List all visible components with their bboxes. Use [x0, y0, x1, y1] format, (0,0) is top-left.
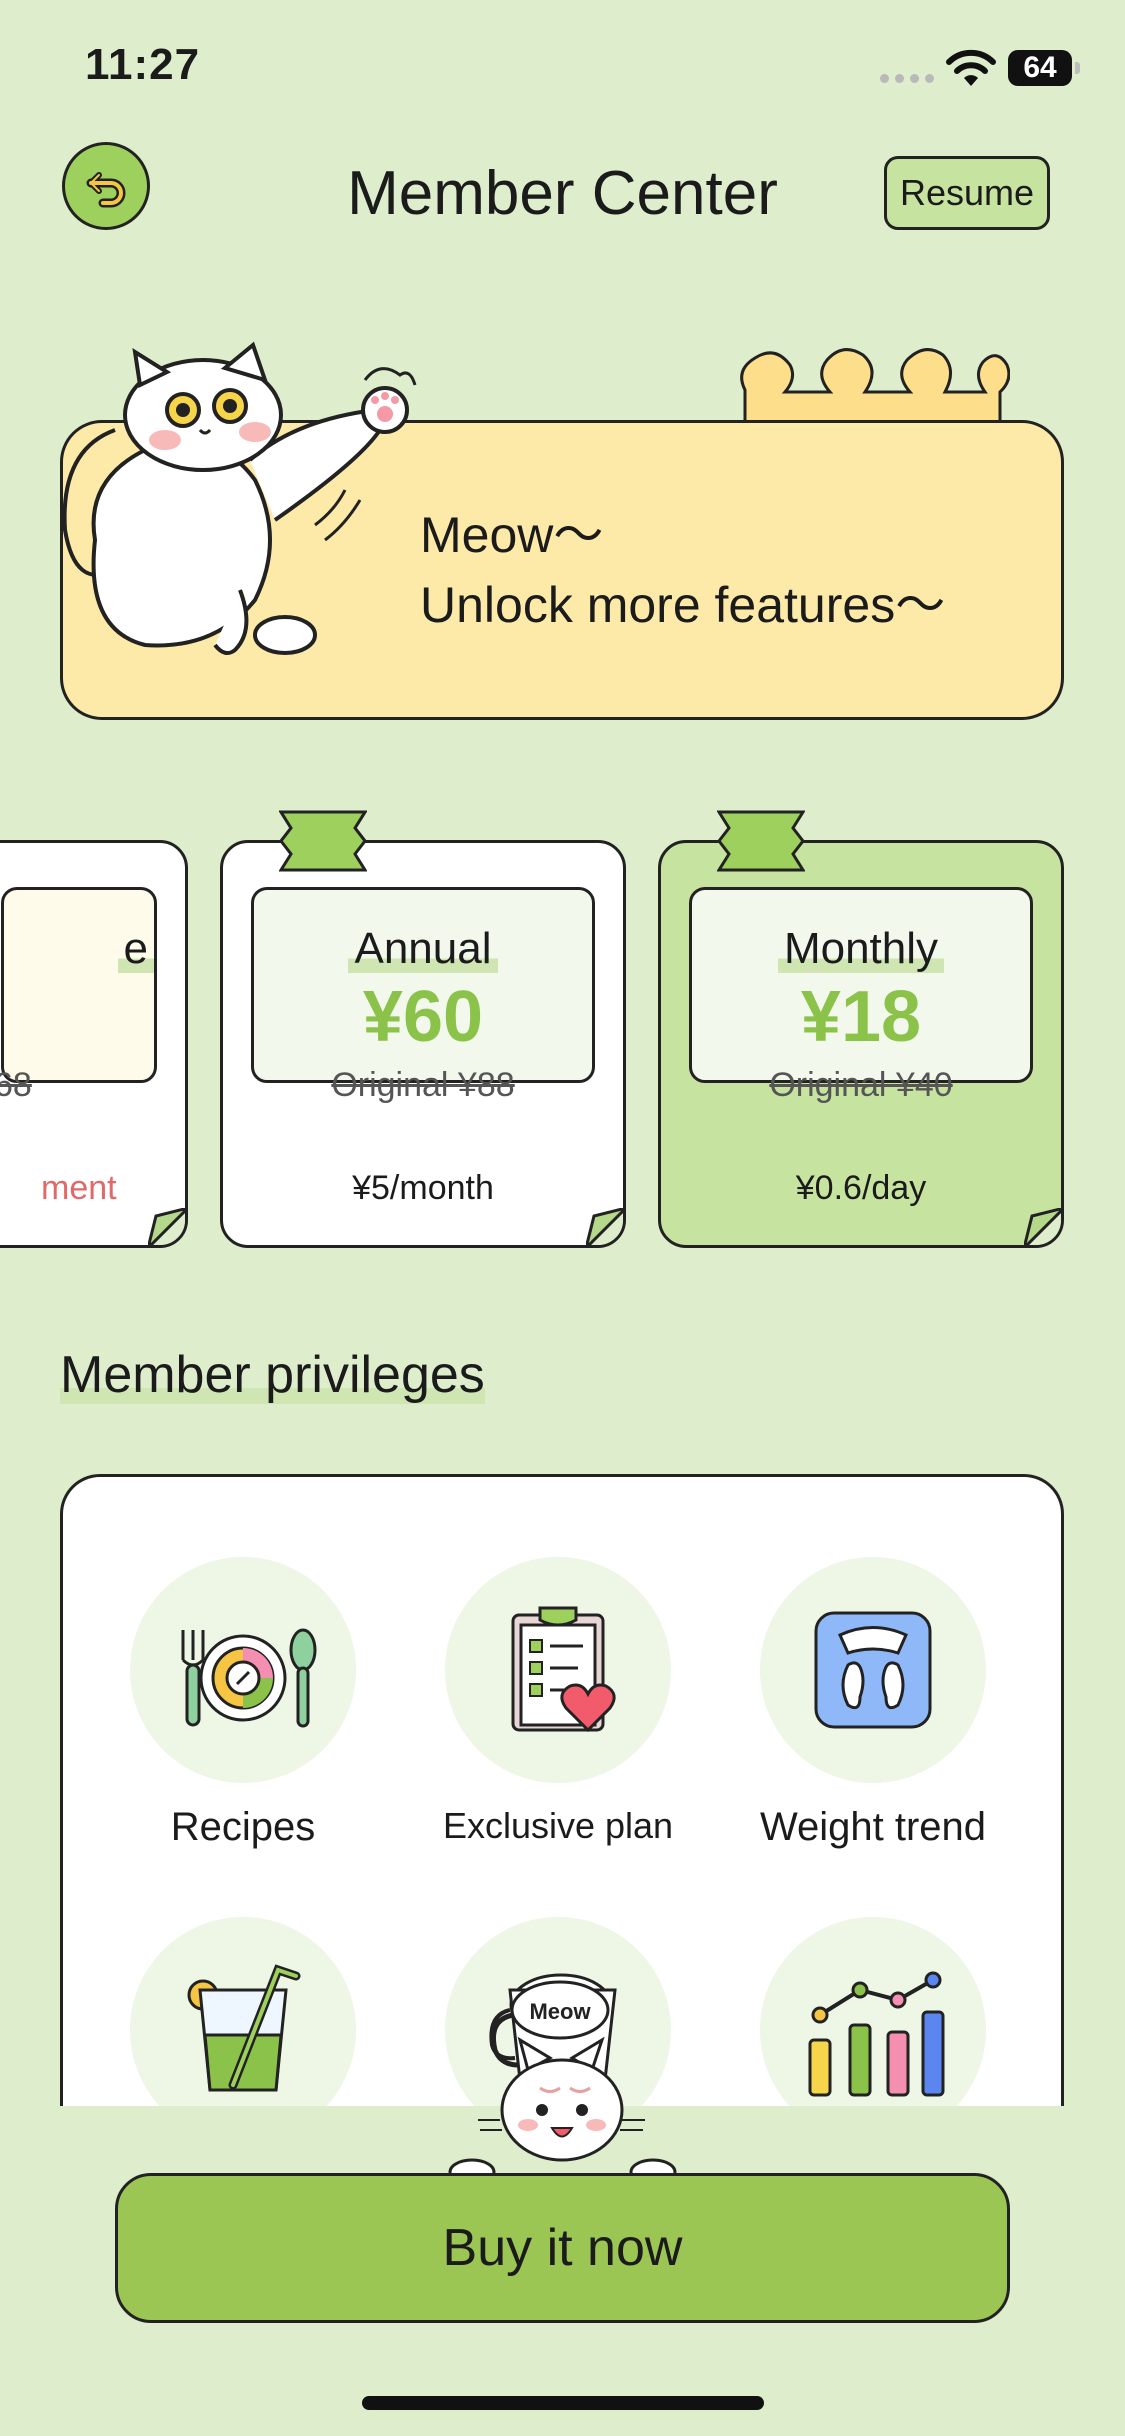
plan-partial-note: ment	[41, 1169, 117, 1207]
plan-annual-unit: ¥5/month	[352, 1169, 494, 1207]
clipboard-heart-icon	[511, 1606, 616, 1733]
plan-monthly-name: Monthly	[777, 924, 945, 973]
battery-indicator: 64	[1008, 50, 1080, 86]
plan-partial-name: e	[117, 924, 154, 973]
plan-annual-name: Annual	[348, 924, 498, 973]
privilege-icon-bg	[760, 1557, 986, 1783]
plan-card-partial-inner: e 68	[0, 887, 157, 1104]
section-title: Member privileges	[60, 1345, 485, 1405]
page-fold-icon	[1024, 1208, 1061, 1245]
plan-monthly-original: Original ¥40	[769, 1066, 953, 1104]
plan-annual-price: ¥60	[362, 977, 484, 1057]
privilege-icon-bg	[130, 1557, 356, 1783]
waving-cat-illustration	[62, 341, 417, 656]
status-time: 11:27	[85, 40, 201, 89]
ribbon-monthly	[716, 810, 806, 872]
plan-card-monthly[interactable]: Monthly ¥18 Original ¥40 ¥0.6/day	[658, 840, 1064, 1248]
bar-chart-icon	[808, 1971, 945, 2097]
privilege-exclusive-plan[interactable]: Exclusive plan	[408, 1557, 708, 1847]
home-indicator	[362, 2396, 764, 2410]
plan-card-annual-inner: Annual ¥60 Original ¥88	[251, 887, 595, 1104]
buy-now-button[interactable]: Buy it now	[115, 2173, 1010, 2323]
resume-button[interactable]: Resume	[884, 156, 1050, 230]
plan-annual-original: Original ¥88	[331, 1066, 515, 1104]
plan-card-annual[interactable]: Annual ¥60 Original ¥88 ¥5/month	[220, 840, 626, 1248]
drink-glass-icon	[187, 1964, 301, 2092]
banner-line-1: Meow～	[420, 507, 604, 563]
privilege-label: Weight trend	[759, 1805, 987, 1849]
plan-card-partial[interactable]: e 68 ment	[0, 840, 188, 1248]
ribbon-icon	[716, 810, 806, 872]
plan-card-monthly-inner: Monthly ¥18 Original ¥40	[689, 887, 1033, 1104]
section-title-text: Member privileges	[60, 1346, 485, 1404]
banner-line-2: Unlock more features～	[420, 577, 946, 633]
cellular-signal-icon	[880, 74, 936, 84]
privilege-weight-trend[interactable]: Weight trend	[723, 1557, 1023, 1850]
page-fold-icon	[148, 1208, 185, 1245]
wifi-icon	[944, 48, 998, 88]
plan-partial-original: 68	[0, 1066, 32, 1104]
scale-icon	[814, 1611, 932, 1729]
plan-monthly-price: ¥18	[800, 977, 922, 1057]
peeking-cat-illustration: Meow	[448, 1980, 677, 2180]
privilege-label: Recipes	[170, 1805, 316, 1849]
privilege-icon-bg	[445, 1557, 671, 1783]
privilege-recipes[interactable]: Recipes	[93, 1557, 393, 1850]
crown-icon	[740, 348, 1010, 425]
privilege-label: Exclusive plan	[442, 1805, 674, 1846]
banner-text: Meow～ Unlock more features～	[420, 500, 945, 640]
recipes-plate-icon	[181, 1628, 317, 1728]
ribbon-annual	[278, 810, 368, 872]
ribbon-icon	[278, 810, 368, 872]
plan-monthly-unit: ¥0.6/day	[795, 1169, 927, 1207]
page-fold-icon	[586, 1208, 623, 1245]
cat-speech-text: Meow	[529, 1999, 591, 2024]
